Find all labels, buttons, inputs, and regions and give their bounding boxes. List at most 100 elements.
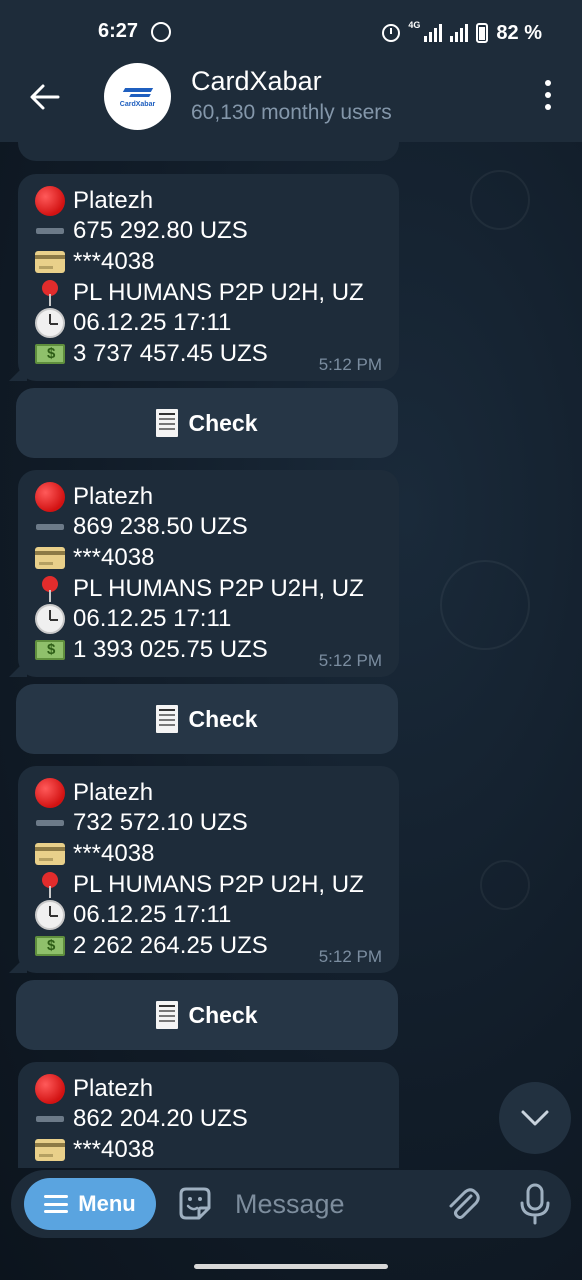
message-line-type: Platezh (35, 1074, 153, 1104)
clock-icon (35, 604, 65, 634)
payment-amount: 732 572.10 UZS (73, 809, 248, 836)
red-circle-icon (35, 482, 65, 512)
home-indicator[interactable] (194, 1264, 388, 1269)
message-line-location: PL HUMANS P2P U2H, UZ (35, 574, 364, 604)
message-line-location: PL HUMANS P2P U2H, UZ (35, 278, 364, 308)
receipt-icon (156, 1001, 179, 1029)
red-circle-icon (35, 778, 65, 808)
payment-datetime: 06.12.25 17:11 (73, 309, 232, 336)
signal-icon (424, 24, 443, 42)
status-bar: 6:27 4G 82 % (0, 0, 582, 64)
chevron-down-icon (521, 1110, 549, 1126)
status-time: 6:27 (98, 20, 139, 42)
message-line-amount: 732 572.10 UZS (35, 808, 248, 838)
signal-icon (450, 24, 469, 42)
bubble-tail (9, 659, 27, 677)
payment-amount: 675 292.80 UZS (73, 217, 248, 244)
balance-amount: 3 737 457.45 UZS (73, 340, 268, 367)
bot-menu-button[interactable]: Menu (24, 1178, 156, 1230)
credit-card-icon (35, 547, 65, 569)
check-button[interactable]: Check (16, 980, 398, 1050)
message-line-type: Platezh (35, 778, 153, 808)
message-line-card: ***4038 (35, 543, 154, 573)
card-number: ***4038 (73, 840, 155, 867)
message-line-amount: 869 238.50 UZS (35, 512, 248, 542)
credit-card-icon (35, 1139, 65, 1161)
network-type: 4G (408, 20, 421, 30)
sticker-icon[interactable] (175, 1184, 215, 1224)
balance-amount: 2 262 264.25 UZS (73, 932, 268, 959)
pin-icon (42, 872, 58, 898)
message-list[interactable]: Platezh 675 292.80 UZS ***4038 PL HUMANS… (0, 142, 582, 1168)
minus-icon (36, 228, 64, 234)
chat-header: CardXabar CardXabar 60,130 monthly users (0, 63, 582, 142)
chat-subtitle: 60,130 monthly users (191, 101, 392, 124)
check-button[interactable]: Check (16, 388, 398, 458)
message-line-balance: 3 737 457.45 UZS (35, 339, 268, 369)
clock-icon (35, 900, 65, 930)
card-number: ***4038 (73, 1136, 155, 1163)
red-circle-icon (35, 186, 65, 216)
message-line-type: Platezh (35, 186, 153, 216)
payment-amount: 869 238.50 UZS (73, 513, 248, 540)
check-button-label: Check (188, 1001, 258, 1028)
message-time: 5:12 PM (318, 651, 382, 670)
back-arrow-icon[interactable] (28, 80, 62, 114)
minus-icon (36, 1116, 64, 1122)
bubble-tail (9, 363, 27, 381)
payment-type: Platezh (73, 187, 154, 214)
message-line-card: ***4038 (35, 247, 154, 277)
payment-type: Platezh (73, 483, 154, 510)
receipt-icon (156, 409, 179, 437)
merchant-location: PL HUMANS P2P U2H, UZ (73, 871, 364, 898)
payment-type: Platezh (73, 779, 154, 806)
money-icon (35, 640, 65, 660)
message-line-type: Platezh (35, 482, 153, 512)
message-line-location: PL HUMANS P2P U2H, UZ (35, 870, 364, 900)
battery-icon (476, 23, 489, 43)
red-circle-icon (35, 1074, 65, 1104)
credit-card-icon (35, 251, 65, 273)
message-line-balance: 2 262 264.25 UZS (35, 931, 268, 961)
message-line-amount: 675 292.80 UZS (35, 216, 248, 246)
message-line-datetime: 06.12.25 17:11 (35, 308, 231, 338)
minus-icon (36, 820, 64, 826)
pin-icon (42, 280, 58, 306)
message-line-card: ***4038 (35, 839, 154, 869)
credit-card-icon (35, 843, 65, 865)
menu-icon (44, 1195, 69, 1213)
alarm-icon (382, 24, 401, 42)
message-line-card: ***4038 (35, 1135, 154, 1165)
merchant-location: PL HUMANS P2P U2H, UZ (73, 575, 364, 602)
cardxabar-logo-icon (124, 85, 152, 99)
check-button[interactable]: Check (16, 684, 398, 754)
money-icon (35, 344, 65, 364)
message-line-datetime: 06.12.25 17:11 (35, 604, 231, 634)
money-icon (35, 936, 65, 956)
chat-screen: 6:27 4G 82 % CardXabar CardXabar 60,130 … (0, 0, 582, 1280)
chat-title[interactable]: CardXabar (191, 66, 322, 97)
message-time: 5:12 PM (318, 947, 382, 966)
attach-icon[interactable] (443, 1184, 483, 1224)
channel-avatar[interactable]: CardXabar (104, 63, 171, 130)
check-button-label: Check (188, 705, 258, 732)
microphone-icon[interactable] (516, 1182, 554, 1226)
message-bubble[interactable]: Platezh 732 572.10 UZS ***4038 PL HUMANS… (9, 766, 399, 973)
message-input-bar: Menu (11, 1170, 571, 1238)
message-bubble-partial (18, 142, 399, 161)
message-bubble[interactable]: Platezh 869 238.50 UZS ***4038 PL HUMANS… (9, 470, 399, 677)
pin-icon (42, 576, 58, 602)
message-bubble[interactable]: Platezh 675 292.80 UZS ***4038 PL HUMANS… (9, 174, 399, 381)
more-options-icon[interactable] (544, 80, 552, 110)
status-icons: 4G 82 % (382, 20, 542, 46)
message-input[interactable] (235, 1182, 435, 1226)
clock-icon (35, 308, 65, 338)
message-time: 5:12 PM (318, 355, 382, 374)
message-bubble[interactable]: Platezh 862 204.20 UZS ***4038 (18, 1062, 399, 1168)
card-number: ***4038 (73, 544, 155, 571)
balance-amount: 1 393 025.75 UZS (73, 636, 268, 663)
scroll-to-bottom-button[interactable] (499, 1082, 571, 1154)
message-line-balance: 1 393 025.75 UZS (35, 635, 268, 665)
bubble-tail (9, 955, 27, 973)
merchant-location: PL HUMANS P2P U2H, UZ (73, 279, 364, 306)
